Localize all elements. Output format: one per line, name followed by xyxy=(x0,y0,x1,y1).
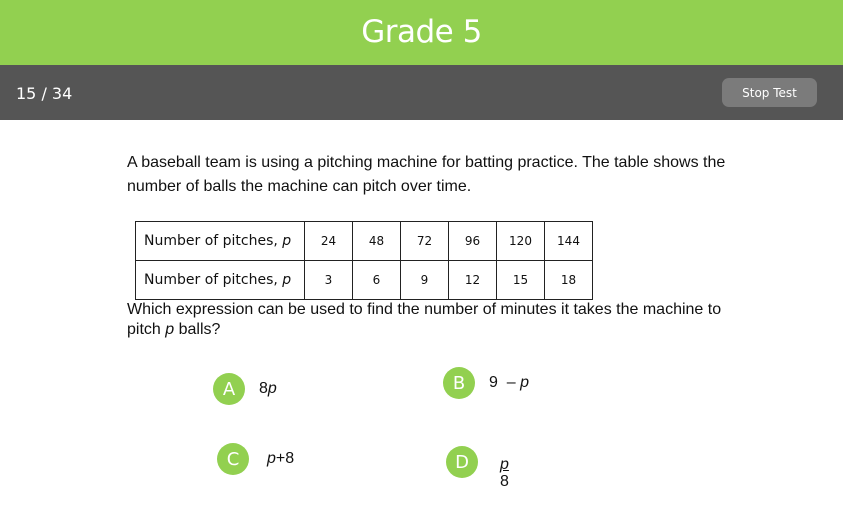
nav-bar: 15 / 34 Stop Test xyxy=(0,65,843,120)
table-cell: 144 xyxy=(544,221,593,261)
prompt-variable: p xyxy=(165,321,175,338)
table-cell: 48 xyxy=(352,221,401,261)
answer-variable: p xyxy=(267,380,277,397)
row-header: Number of pitches, p xyxy=(135,221,305,261)
table-cell: 18 xyxy=(544,260,593,300)
stop-test-button[interactable]: Stop Test xyxy=(722,78,817,107)
option-d-bubble[interactable]: D xyxy=(446,446,478,478)
answer-number: 9 xyxy=(489,374,498,391)
table-cell: 6 xyxy=(352,260,401,300)
answer-variable: p xyxy=(267,450,276,467)
option-a-answer[interactable]: 8p xyxy=(259,380,277,398)
row-label: Number of pitches, xyxy=(144,272,283,288)
prompt-text-end: balls? xyxy=(174,321,221,338)
question-stem: A baseball team is using a pitching mach… xyxy=(127,154,726,195)
table-row: Number of pitches, p 3 6 9 12 15 18 xyxy=(135,260,593,300)
table-cell: 72 xyxy=(400,221,449,261)
option-c-bubble[interactable]: C xyxy=(217,443,249,475)
table-cell: 9 xyxy=(400,260,449,300)
table-cell: 24 xyxy=(304,221,353,261)
answer-number: 8 xyxy=(259,380,268,397)
table-cell: 3 xyxy=(304,260,353,300)
option-b-bubble[interactable]: B xyxy=(443,367,475,399)
row-label: Number of pitches, xyxy=(144,233,283,249)
table-cell: 120 xyxy=(496,221,545,261)
header-bar: Grade 5 xyxy=(0,0,843,65)
fraction-numerator: p xyxy=(500,456,509,473)
option-c[interactable]: C p+8 xyxy=(217,443,294,475)
row-header: Number of pitches, p xyxy=(135,260,305,300)
option-b-answer[interactable]: 9 – p xyxy=(489,374,529,392)
answer-variable: p xyxy=(520,374,530,391)
row-variable: p xyxy=(282,272,292,288)
answer-operator: – xyxy=(502,374,516,391)
page-title: Grade 5 xyxy=(361,14,482,50)
question-counter: 15 / 34 xyxy=(16,84,73,103)
fraction: p 8 xyxy=(500,456,509,490)
question-prompt: Which expression can be used to find the… xyxy=(127,300,727,340)
option-b[interactable]: B 9 – p xyxy=(443,367,529,399)
answer-rest: +8 xyxy=(275,450,295,467)
option-d-answer[interactable]: p 8 xyxy=(500,456,509,490)
table-cell: 96 xyxy=(448,221,497,261)
row-variable: p xyxy=(282,233,292,249)
table-cell: 15 xyxy=(496,260,545,300)
fraction-denominator: 8 xyxy=(500,473,509,490)
option-a-bubble[interactable]: A xyxy=(213,373,245,405)
option-d[interactable]: D p 8 xyxy=(446,434,509,490)
table-row: Number of pitches, p 24 48 72 96 120 144 xyxy=(135,221,593,261)
pitch-table: Number of pitches, p 24 48 72 96 120 144… xyxy=(135,221,593,300)
table-cell: 12 xyxy=(448,260,497,300)
option-a[interactable]: A 8p xyxy=(213,373,277,405)
option-c-answer[interactable]: p+8 xyxy=(267,450,294,468)
